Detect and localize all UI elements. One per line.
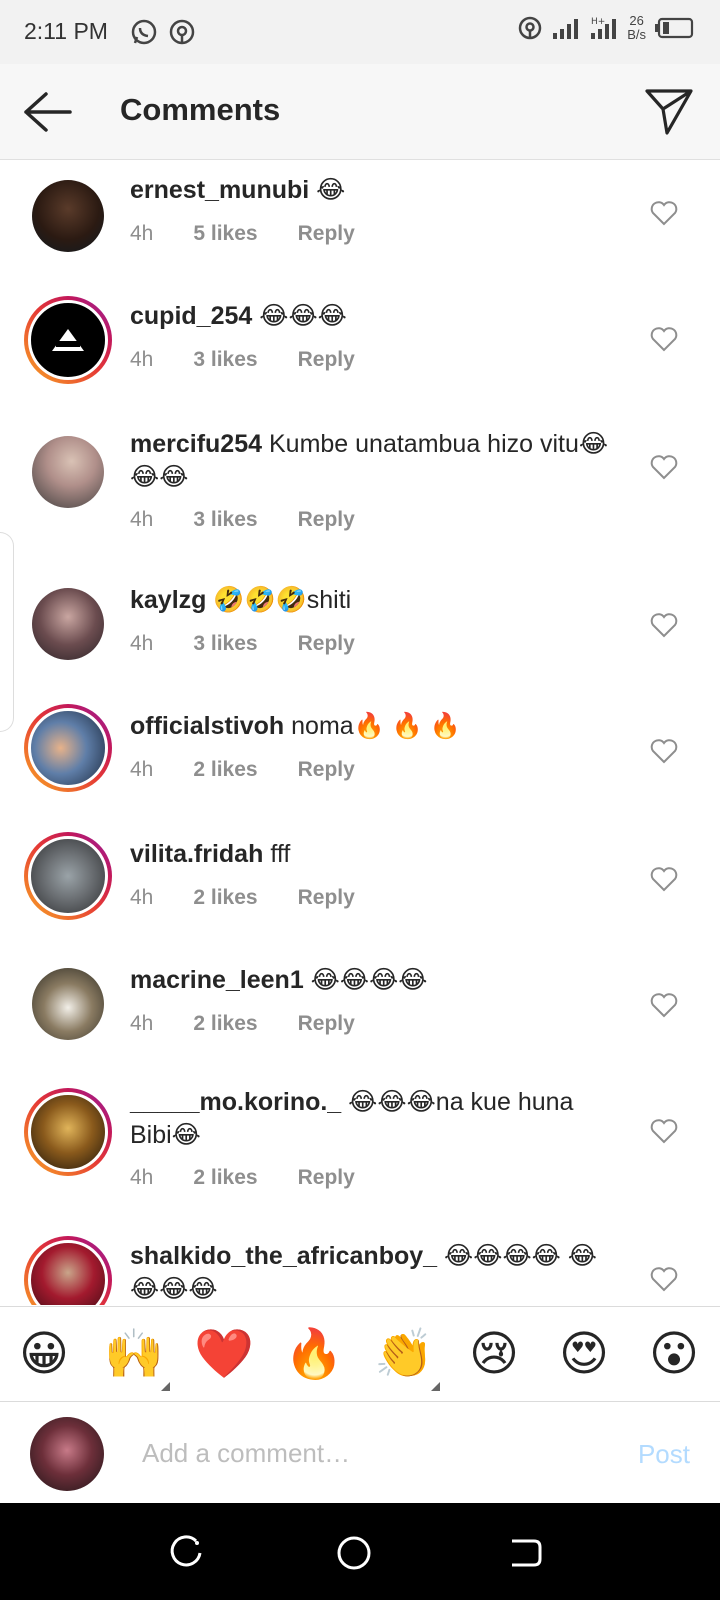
whatsapp-icon xyxy=(131,19,157,45)
comment-likes[interactable]: 5 likes xyxy=(193,222,257,246)
comment-text: fff xyxy=(270,840,291,868)
avatar[interactable] xyxy=(32,180,104,252)
skin-tone-indicator-icon xyxy=(161,1382,170,1391)
page-title: Comments xyxy=(120,92,281,127)
comment-list[interactable]: ernest_munubi 😂 4h 5 likes Reply cupid_2… xyxy=(0,160,720,1305)
comment-time: 4h xyxy=(130,222,154,245)
comment-likes[interactable]: 3 likes xyxy=(193,348,257,372)
avatar[interactable] xyxy=(24,1088,112,1176)
comment-username[interactable]: kaylzg xyxy=(130,586,206,614)
share-direct-icon[interactable] xyxy=(644,86,694,136)
svg-text:H+: H+ xyxy=(591,17,605,27)
comment-likes[interactable]: 2 likes xyxy=(193,1012,257,1036)
reply-button[interactable]: Reply xyxy=(298,1012,355,1036)
heart-icon[interactable] xyxy=(650,1266,678,1292)
comment-text: 😂 xyxy=(316,176,346,204)
comment-username[interactable]: mercifu254 xyxy=(130,430,262,458)
reply-button[interactable]: Reply xyxy=(298,222,355,246)
reply-button[interactable]: Reply xyxy=(298,348,355,372)
reply-button[interactable]: Reply xyxy=(298,508,355,532)
comment-likes[interactable]: 2 likes xyxy=(193,886,257,910)
comment-likes[interactable]: 2 likes xyxy=(193,758,257,782)
comment-time: 4h xyxy=(130,886,154,909)
heart-icon[interactable] xyxy=(650,1118,678,1144)
comment-username[interactable]: shalkido_the_africanboy_ xyxy=(130,1242,437,1270)
skin-tone-indicator-icon xyxy=(431,1382,440,1391)
home-icon[interactable] xyxy=(334,1533,374,1573)
heart-icon[interactable] xyxy=(650,612,678,638)
comment-username[interactable]: cupid_254 xyxy=(130,302,252,330)
comment-time: 4h xyxy=(130,1166,154,1189)
comment-text: 😂😂😂😂 xyxy=(310,966,428,994)
post-button[interactable]: Post xyxy=(638,1439,690,1470)
comment-username[interactable]: _____mo.korino._ xyxy=(130,1088,341,1116)
signal-icon xyxy=(553,19,579,39)
avatar[interactable] xyxy=(24,296,112,384)
status-time: 2:11 PM xyxy=(24,18,108,44)
comment-username[interactable]: vilita.fridah xyxy=(130,840,263,868)
comment-likes[interactable]: 2 likes xyxy=(193,1166,257,1190)
comment-username[interactable]: ernest_munubi xyxy=(130,176,309,204)
heart-icon[interactable] xyxy=(650,992,678,1018)
comment-time: 4h xyxy=(130,632,154,655)
emoji-grinning[interactable]: 😀 xyxy=(14,1325,74,1385)
comment-likes[interactable]: 3 likes xyxy=(193,508,257,532)
avatar[interactable] xyxy=(24,832,112,920)
comment-time: 4h xyxy=(130,1012,154,1035)
logo-icon xyxy=(52,329,84,351)
emoji-heart-eyes[interactable]: 😍 xyxy=(554,1325,614,1385)
system-nav-bar xyxy=(0,1503,720,1600)
status-bar: 2:11 PM H+ 26 B/s xyxy=(0,0,720,64)
reply-button[interactable]: Reply xyxy=(298,886,355,910)
comment-text: 😂😂😂 xyxy=(259,302,347,330)
emoji-clapping-hands[interactable]: 👏 xyxy=(374,1325,440,1391)
emoji-open-mouth[interactable]: 😮 xyxy=(644,1325,704,1385)
avatar[interactable] xyxy=(24,704,112,792)
comment-time: 4h xyxy=(130,508,154,531)
comment-time: 4h xyxy=(130,758,154,781)
comment-input[interactable] xyxy=(142,1431,592,1475)
comment-text: 🤣🤣🤣shiti xyxy=(213,586,352,614)
comment-username[interactable]: macrine_leen1 xyxy=(130,966,304,994)
emoji-crying-face[interactable]: 😢 xyxy=(464,1325,524,1385)
avatar[interactable] xyxy=(32,588,104,660)
heart-icon[interactable] xyxy=(650,326,678,352)
avatar xyxy=(30,1417,104,1491)
reply-button[interactable]: Reply xyxy=(298,758,355,782)
heart-icon[interactable] xyxy=(650,866,678,892)
emoji-red-heart[interactable]: ❤️ xyxy=(194,1325,254,1385)
header: Comments xyxy=(0,64,720,160)
avatar[interactable] xyxy=(32,436,104,508)
network-speed: 26 B/s xyxy=(627,13,646,42)
heart-icon[interactable] xyxy=(650,454,678,480)
hotspot-status-icon xyxy=(518,16,542,40)
comment-likes[interactable]: 3 likes xyxy=(193,632,257,656)
reply-button[interactable]: Reply xyxy=(298,632,355,656)
reply-button[interactable]: Reply xyxy=(298,1166,355,1190)
emoji-raising-hands[interactable]: 🙌 xyxy=(104,1325,170,1391)
avatar[interactable] xyxy=(24,1236,112,1305)
emoji-fire[interactable]: 🔥 xyxy=(284,1325,344,1385)
hotspot-icon xyxy=(169,19,195,45)
comment-username[interactable]: officialstivoh xyxy=(130,712,284,740)
emoji-quick-bar: 😀 🙌 ❤️ 🔥 👏 😢 😍 😮 xyxy=(0,1306,720,1402)
back-arrow-icon[interactable] xyxy=(22,88,74,136)
recent-apps-icon[interactable] xyxy=(166,1533,206,1573)
comment-text: noma🔥 🔥 🔥 xyxy=(291,712,461,740)
heart-icon[interactable] xyxy=(650,738,678,764)
battery-icon xyxy=(655,17,694,39)
heart-icon[interactable] xyxy=(650,200,678,226)
signal-4g-icon: H+ xyxy=(591,17,617,39)
comment-composer: Post xyxy=(0,1403,720,1503)
back-nav-icon[interactable] xyxy=(504,1533,544,1573)
comment-time: 4h xyxy=(130,348,154,371)
avatar[interactable] xyxy=(32,968,104,1040)
